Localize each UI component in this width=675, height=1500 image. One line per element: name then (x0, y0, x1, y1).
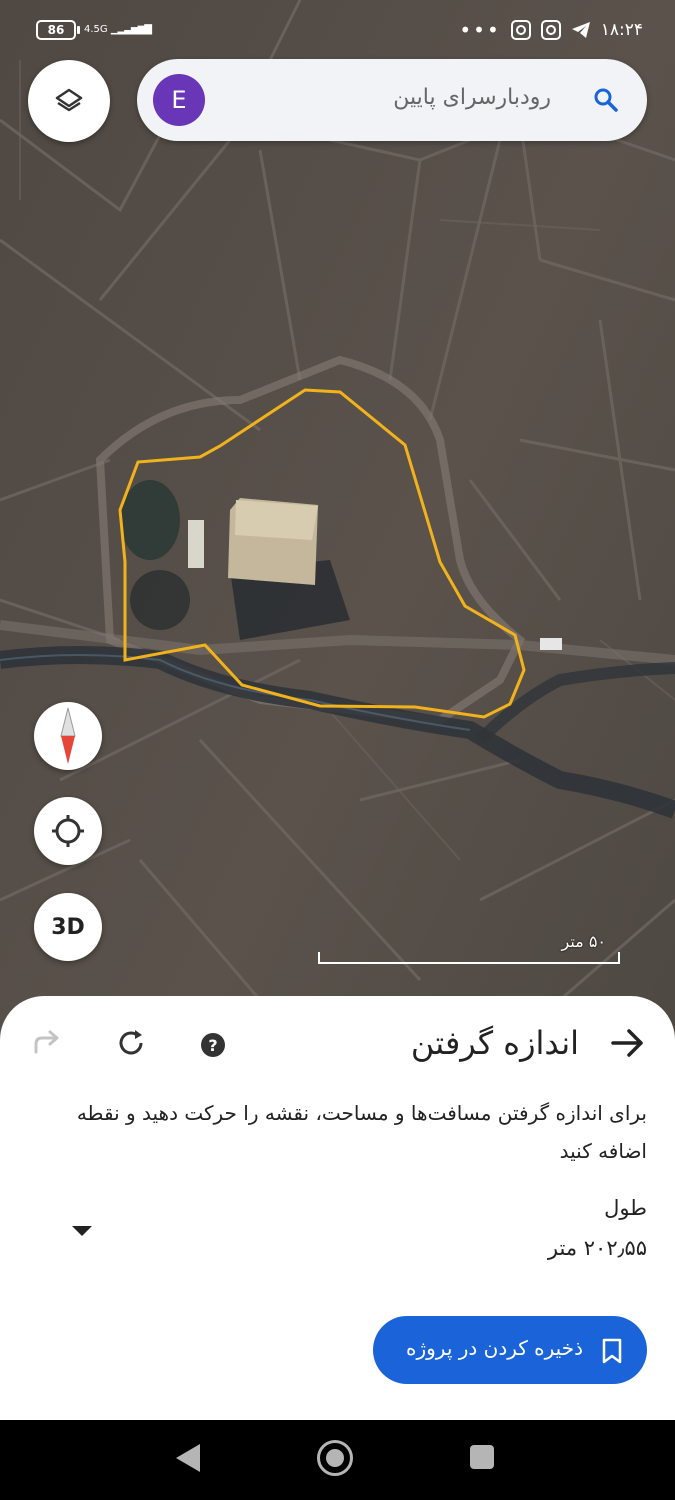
save-button-label: ذخیره کردن در پروژه (405, 1336, 583, 1360)
nav-back-icon[interactable] (176, 1444, 200, 1472)
signal-icon: 4.5G ▁▂▃▅▆▇ (84, 24, 152, 35)
instructions-text: برای اندازه گرفتن مسافت‌ها و مساحت، نقشه… (76, 1101, 647, 1163)
svg-text:?: ? (208, 1036, 217, 1055)
instagram-icon (540, 20, 561, 40)
scale-label: ۵۰ متر (561, 932, 607, 951)
bookmark-icon (602, 1338, 622, 1364)
status-right: ••• ۱۸:۲۴ (459, 18, 643, 42)
refresh-icon[interactable] (115, 1027, 147, 1059)
measure-panel: ? اندازه گرفتن برای اندازه گرفتن مسافت‌ه… (0, 996, 675, 1420)
status-time: ۱۸:۲۴ (600, 20, 643, 40)
system-nav-bar (0, 1420, 675, 1500)
nav-recent-icon[interactable] (470, 1445, 494, 1469)
panel-title: اندازه گرفتن (410, 1024, 579, 1062)
instagram-icon (510, 20, 531, 40)
search-icon[interactable] (593, 87, 619, 113)
status-left: 86 4.5G ▁▂▃▅▆▇ (36, 20, 152, 40)
network-type: 4.5G (84, 24, 108, 35)
my-location-button[interactable] (34, 797, 102, 865)
redo-icon[interactable] (32, 1030, 62, 1056)
scale-bar (318, 952, 620, 964)
arrow-right-icon[interactable] (611, 1028, 645, 1058)
distance-value: ۲۰۲٫۵۵ متر (547, 1236, 647, 1260)
nav-home-icon[interactable] (317, 1440, 353, 1476)
telegram-icon (571, 22, 590, 38)
search-input[interactable]: رودبارسرای پایین (393, 85, 551, 110)
status-bar: 86 4.5G ▁▂▃▅▆▇ ••• ۱۸:۲۴ (0, 0, 675, 60)
layers-button[interactable] (28, 60, 110, 142)
compass-icon (60, 707, 76, 764)
distance-label: طول (604, 1196, 647, 1220)
avatar[interactable]: E (153, 74, 205, 126)
save-to-project-button[interactable]: ذخیره کردن در پروژه (373, 1316, 647, 1384)
search-bar[interactable]: E رودبارسرای پایین (137, 59, 647, 141)
chevron-down-icon[interactable] (72, 1226, 92, 1236)
overflow-icon: ••• (459, 18, 501, 42)
map-scale: ۵۰ متر (318, 930, 620, 970)
battery-icon: 86 (36, 20, 80, 40)
compass-button[interactable] (34, 702, 102, 770)
crosshair-icon (52, 815, 84, 847)
3d-toggle-button[interactable]: 3D (34, 893, 102, 961)
help-icon[interactable]: ? (200, 1032, 226, 1058)
layers-icon (55, 88, 83, 112)
